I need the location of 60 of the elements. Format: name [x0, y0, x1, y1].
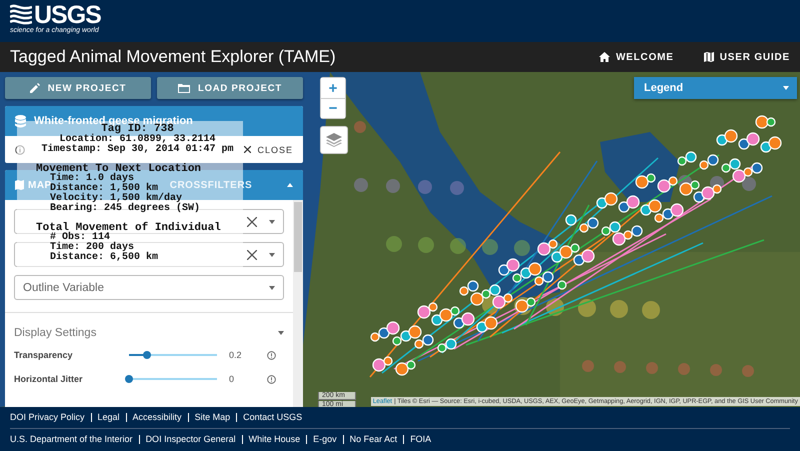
footer-link[interactable]: White House — [242, 435, 306, 444]
slider-value: 0.2 — [228, 350, 243, 360]
book-icon — [704, 52, 714, 62]
project-button[interactable]: LOAD PROJECT — [157, 77, 303, 99]
select-field[interactable]: Outline Variable — [14, 275, 284, 300]
legend-dropdown[interactable]: Legend — [634, 77, 797, 99]
section-caret-icon[interactable] — [278, 331, 284, 335]
tooltip-line: Time: 1.0 days — [50, 174, 134, 184]
footer-link[interactable]: DOI Privacy Policy — [10, 413, 91, 422]
slider-thumb[interactable] — [142, 351, 151, 359]
footer-link[interactable]: E-gov — [306, 435, 343, 444]
close-button[interactable]: CLOSE — [244, 144, 293, 154]
tooltip-line: Distance: 6,500 km — [50, 253, 158, 263]
footer-link[interactable]: Accessibility — [126, 413, 188, 422]
tooltip-line: Distance: 1,500 km — [50, 184, 158, 194]
tooltip-line: Time: 200 days — [50, 243, 134, 253]
tooltip-line: Velocity: 1,500 km/day — [50, 194, 182, 204]
slider-thumb[interactable] — [125, 375, 133, 383]
footer-link[interactable]: DOI Inspector General — [138, 435, 242, 444]
project-button[interactable]: NEW PROJECT — [5, 77, 151, 99]
footer-link[interactable]: Site Map — [188, 413, 236, 422]
info-icon[interactable] — [15, 144, 25, 154]
layers-icon — [326, 133, 342, 147]
clear-icon[interactable] — [247, 250, 257, 260]
waves-logo-icon — [10, 4, 32, 26]
slider-label: Transparency — [14, 350, 74, 360]
tooltip-line: # Obs: 114 — [50, 233, 110, 243]
close-icon — [244, 146, 252, 153]
tooltip-line: Bearing: 245 degrees (SW) — [50, 204, 200, 214]
footer-link[interactable]: FOIA — [403, 435, 438, 444]
tooltip-line: Location: 61.0899, 33.2114 — [59, 135, 216, 145]
usgs-logo-text[interactable]: USGS — [34, 3, 101, 27]
tooltip-heading: Total Movement of Individual — [36, 223, 221, 233]
info-icon[interactable] — [267, 374, 276, 384]
zoom-out-button[interactable]: − — [321, 98, 345, 118]
footer-link[interactable]: Contact USGS — [236, 413, 308, 422]
layers-button[interactable] — [320, 126, 348, 154]
slider-value: 0 — [228, 374, 236, 384]
folder-icon — [178, 84, 190, 92]
footer-link[interactable]: U.S. Department of the Interior — [10, 435, 139, 444]
home-icon — [598, 52, 610, 62]
slider-label: Horizontal Jitter — [14, 374, 84, 384]
footer-link[interactable]: No Fear Act — [342, 435, 404, 444]
nav-link[interactable]: USER GUIDE — [704, 52, 790, 62]
tooltip-line: Timestamp: Sep 30, 2014 01:47 pm — [41, 145, 234, 155]
scrollbar[interactable] — [293, 200, 303, 407]
nav-link[interactable]: WELCOME — [598, 52, 674, 62]
section-title: Display Settings — [14, 327, 96, 339]
tooltip-heading: Movement To Next Location — [36, 164, 202, 174]
dropdown-caret-icon — [269, 252, 275, 256]
map-icon — [15, 180, 24, 190]
info-icon[interactable] — [267, 350, 276, 360]
database-icon — [15, 114, 26, 128]
dropdown-caret-icon — [269, 220, 275, 224]
collapse-caret-icon[interactable] — [287, 183, 293, 187]
footer-link[interactable]: Legal — [90, 413, 126, 422]
clear-icon[interactable] — [247, 216, 257, 226]
pencil-icon — [30, 83, 40, 93]
dropdown-caret-icon — [269, 286, 275, 290]
app-title: Tagged Animal Movement Explorer (TAME) — [10, 47, 337, 67]
